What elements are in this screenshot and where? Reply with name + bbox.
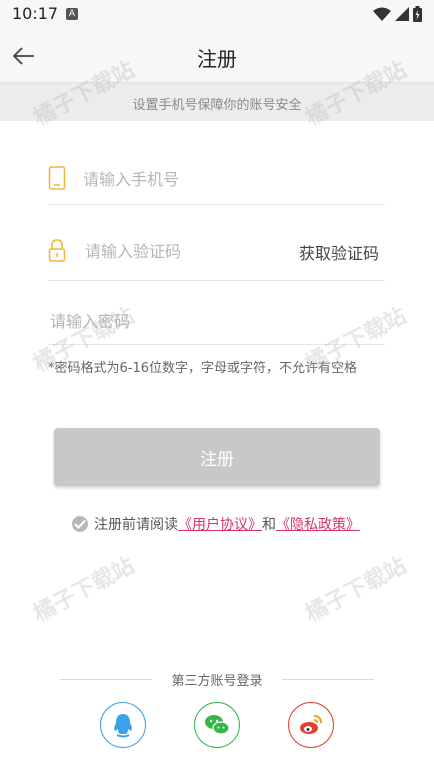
status-time: 10:17: [12, 4, 59, 23]
lock-icon: [48, 239, 66, 262]
watermark: 橘子下载站: [29, 553, 139, 628]
register-button[interactable]: 注册: [54, 428, 380, 486]
password-field: [48, 296, 385, 345]
user-agreement-link[interactable]: 《用户协议》: [178, 514, 262, 534]
password-hint: *密码格式为6-16位数字，字母或字符，不允许有空格: [48, 361, 358, 376]
wifi-icon: [373, 7, 391, 21]
verification-code-input[interactable]: [83, 238, 287, 264]
phone-icon: [48, 166, 66, 190]
verification-code-field: 获取验证码: [48, 222, 385, 281]
privacy-policy-link[interactable]: 《隐私政策》: [276, 514, 360, 534]
notification-icon: A: [66, 8, 78, 20]
subheader-bar: 设置手机号保障你的账号安全: [0, 82, 434, 121]
qq-icon: [114, 714, 132, 738]
status-icons: [373, 6, 422, 22]
third-party-label: 第三方账号登录: [171, 674, 263, 689]
get-code-button[interactable]: 获取验证码: [299, 240, 379, 264]
agreement-row: 注册前请阅读 《用户协议》 和 《隐私政策》: [72, 514, 360, 534]
signal-icon: [395, 7, 409, 21]
subheader-text: 设置手机号保障你的账号安全: [132, 98, 302, 113]
weibo-icon: [300, 715, 322, 734]
header-bar: 注册: [0, 30, 434, 82]
phone-input[interactable]: [81, 166, 375, 192]
status-bar: 10:17 A: [0, 0, 434, 30]
agreement-and: 和: [262, 517, 276, 533]
wechat-login-button[interactable]: [194, 702, 240, 748]
check-icon: [74, 519, 86, 529]
watermark: 橘子下载站: [301, 553, 411, 628]
battery-icon: [413, 6, 422, 22]
page-title: 注册: [197, 47, 237, 71]
phone-field: [48, 150, 385, 205]
qq-login-button[interactable]: [100, 702, 146, 748]
password-input[interactable]: [48, 308, 372, 334]
weibo-login-button[interactable]: [288, 702, 334, 748]
agreement-prefix: 注册前请阅读: [94, 517, 178, 533]
wechat-icon: [205, 715, 230, 735]
agreement-checkbox[interactable]: [72, 516, 88, 532]
